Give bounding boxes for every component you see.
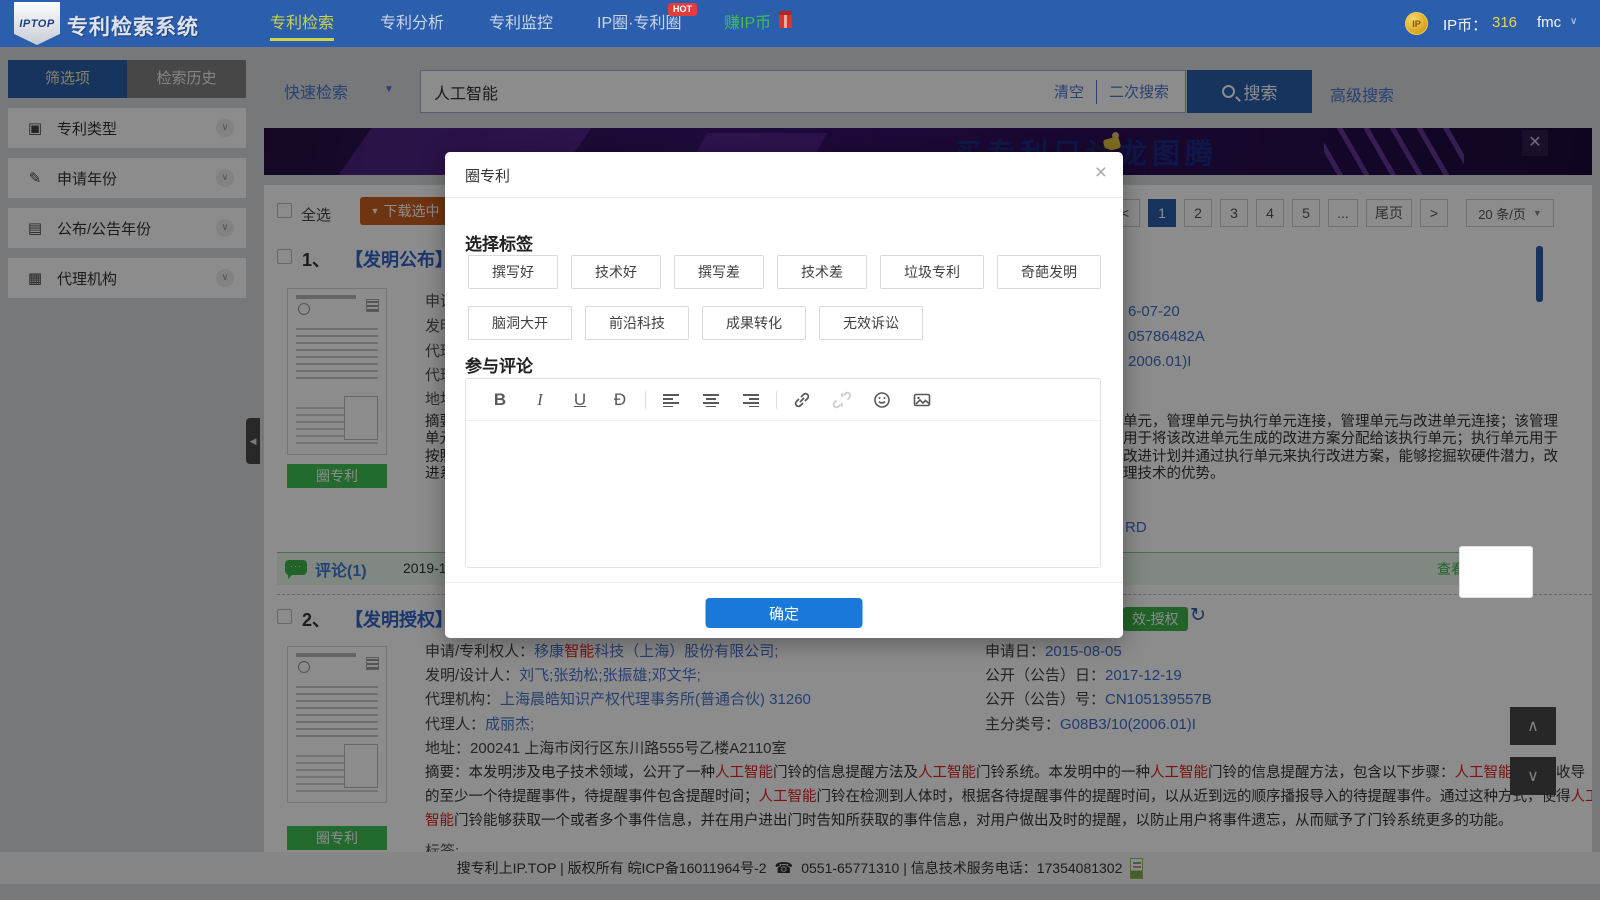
tag-row-2: 脑洞大开 前沿科技 成果转化 无效诉讼 <box>468 306 923 340</box>
ip-coin-value: 316 <box>1492 14 1517 31</box>
align-left-icon[interactable] <box>651 393 691 407</box>
tag-commercialization[interactable]: 成果转化 <box>702 306 806 340</box>
nav-patent-analysis[interactable]: 专利分析 <box>380 0 444 47</box>
ip-coin-icon: IP <box>1405 12 1428 35</box>
modal-divider <box>445 582 1123 583</box>
italic-icon[interactable]: I <box>520 390 560 410</box>
tag-well-written[interactable]: 撰写好 <box>468 255 558 289</box>
tag-junk-patent[interactable]: 垃圾专利 <box>880 255 984 289</box>
select-tags-heading: 选择标签 <box>465 230 533 255</box>
circle-patent-modal: 圈专利 × 选择标签 撰写好 技术好 撰写差 技术差 垃圾专利 奇葩发明 脑洞大… <box>445 152 1123 638</box>
toolbar-divider <box>645 391 646 409</box>
user-chevron-down-icon[interactable]: ∨ <box>1570 16 1577 27</box>
strikethrough-icon[interactable]: Đ <box>600 390 640 410</box>
nav-patent-monitor[interactable]: 专利监控 <box>489 0 553 47</box>
nav-earn-ip-coin[interactable]: 赚IP币 <box>724 0 771 47</box>
close-icon[interactable]: × <box>1095 161 1107 185</box>
top-navbar: IPTOP 专利检索系统 专利检索 专利分析 专利监控 IP圈·专利圈 HOT … <box>0 0 1600 47</box>
image-icon[interactable] <box>902 390 942 410</box>
tag-invalid-litigation[interactable]: 无效诉讼 <box>819 306 923 340</box>
nav-patent-search[interactable]: 专利检索 <box>270 0 334 47</box>
unlink-icon[interactable] <box>822 390 862 410</box>
hot-badge: HOT <box>668 3 697 16</box>
tag-bad-tech[interactable]: 技术差 <box>777 255 867 289</box>
underline-icon[interactable]: U <box>560 390 600 410</box>
tag-frontier-tech[interactable]: 前沿科技 <box>585 306 689 340</box>
modal-title: 圈专利 <box>465 165 510 186</box>
tag-good-tech[interactable]: 技术好 <box>571 255 661 289</box>
tag-poorly-written[interactable]: 撰写差 <box>674 255 764 289</box>
comment-editor: B I U Đ <box>465 378 1101 568</box>
tag-odd-invention[interactable]: 奇葩发明 <box>997 255 1101 289</box>
confirm-button[interactable]: 确定 <box>706 598 863 628</box>
ip-coin-label: IP币： <box>1443 14 1487 35</box>
modal-divider <box>445 197 1123 198</box>
floating-widget[interactable] <box>1459 546 1533 598</box>
align-right-icon[interactable] <box>731 393 771 407</box>
tag-creative[interactable]: 脑洞大开 <box>468 306 572 340</box>
comment-textarea[interactable] <box>466 421 1100 567</box>
iptop-logo[interactable]: IPTOP <box>14 2 60 45</box>
app-title: 专利检索系统 <box>67 11 199 41</box>
gift-icon <box>779 15 792 28</box>
toolbar-divider <box>776 391 777 409</box>
comment-heading: 参与评论 <box>465 352 533 377</box>
logo-text: IPTOP <box>19 18 54 30</box>
link-icon[interactable] <box>782 390 822 410</box>
emoji-icon[interactable] <box>862 390 902 410</box>
editor-toolbar: B I U Đ <box>466 379 1100 421</box>
coin-text: IP <box>1412 19 1421 29</box>
username[interactable]: fmc <box>1537 14 1561 31</box>
bold-icon[interactable]: B <box>480 390 520 410</box>
align-center-icon[interactable] <box>691 393 731 407</box>
tag-row-1: 撰写好 技术好 撰写差 技术差 垃圾专利 奇葩发明 <box>468 255 1101 289</box>
